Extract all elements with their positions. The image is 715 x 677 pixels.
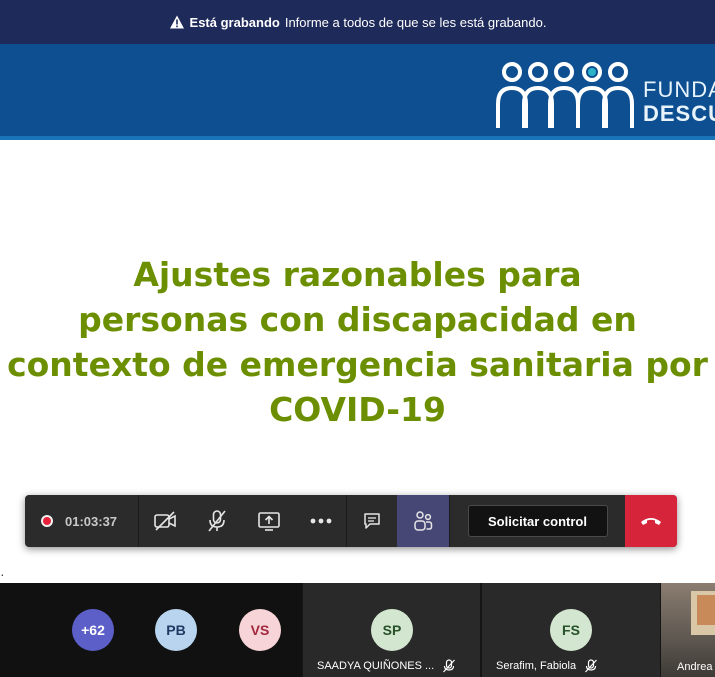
participant-group-tile[interactable]: +62 PB VS: [0, 583, 302, 677]
slide-header: [0, 44, 715, 140]
recording-status: Está grabando: [189, 14, 280, 30]
avatar[interactable]: PB: [155, 609, 197, 651]
recording-timer: 01:03:37: [25, 495, 139, 547]
more-options-button[interactable]: [295, 495, 347, 547]
camera-off-icon: [154, 511, 176, 531]
request-control-button[interactable]: Solicitar control: [467, 505, 608, 537]
participant-video-tile[interactable]: Andrea: [661, 583, 715, 677]
slide-title-line: contexto de emergencia sanitaria por: [7, 345, 708, 384]
recording-message: Informe a todos de que se les está graba…: [284, 14, 547, 30]
avatar: FS: [550, 609, 592, 651]
more-icon: [310, 518, 331, 524]
edge-mark: ·: [0, 566, 5, 582]
overflow-count-avatar[interactable]: +62: [72, 609, 114, 651]
timer-value: 01:03:37: [65, 513, 118, 529]
participants-button[interactable]: [397, 495, 449, 547]
slide-title-line: COVID-19: [269, 390, 446, 429]
hangup-button[interactable]: [625, 495, 677, 547]
hangup-icon: [641, 518, 661, 525]
participants-icon: [414, 511, 433, 531]
participant-name: SAADYA QUIÑONES ...: [317, 660, 435, 672]
mic-toggle-button[interactable]: [191, 495, 243, 547]
foundation-logo-icon: [496, 62, 634, 128]
avatar[interactable]: VS: [239, 609, 281, 651]
avatar-initials: +62: [81, 622, 105, 638]
participant-name: Andrea: [677, 661, 713, 673]
mic-off-icon: [208, 510, 226, 532]
video-background-detail: [697, 595, 715, 625]
chat-icon: [364, 513, 380, 529]
avatar-initials: SP: [382, 622, 402, 638]
share-screen-icon: [258, 512, 280, 531]
record-dot-icon: [41, 515, 53, 527]
avatar-initials: FS: [562, 622, 580, 638]
participant-tile[interactable]: FS Serafim, Fabiola: [482, 583, 660, 677]
logo-text-line1: FUNDA: [643, 77, 715, 102]
avatar-initials: VS: [250, 622, 270, 638]
warning-icon: [169, 14, 185, 30]
participant-name-bar: SAADYA QUIÑONES ...: [317, 659, 456, 673]
participant-name: Serafim, Fabiola: [496, 660, 577, 672]
slide-title-line: personas con discapacidad en: [78, 300, 637, 339]
avatar: SP: [371, 609, 413, 651]
logo-text-line2: DESCU: [643, 101, 715, 126]
mic-off-icon: [442, 659, 456, 673]
avatar-initials: PB: [166, 622, 186, 638]
participant-name-bar: Serafim, Fabiola: [496, 659, 598, 673]
share-screen-button[interactable]: [243, 495, 295, 547]
chat-button[interactable]: [347, 495, 397, 547]
participant-tile[interactable]: SP SAADYA QUIÑONES ...: [303, 583, 480, 677]
mic-off-icon: [584, 659, 598, 673]
recording-banner: Está grabando Informe a todos de que se …: [0, 0, 715, 44]
camera-toggle-button[interactable]: [139, 495, 191, 547]
control-area: Solicitar control: [449, 495, 625, 547]
slide-title: Ajustes razonables para personas con dis…: [0, 252, 715, 432]
participant-strip: +62 PB VS SP SAADYA QUIÑONES ... FS Sera…: [0, 583, 715, 677]
meeting-toolbar: 01:03:37 Solicitar control: [25, 495, 677, 547]
slide-title-line: Ajustes razonables para: [133, 255, 582, 294]
